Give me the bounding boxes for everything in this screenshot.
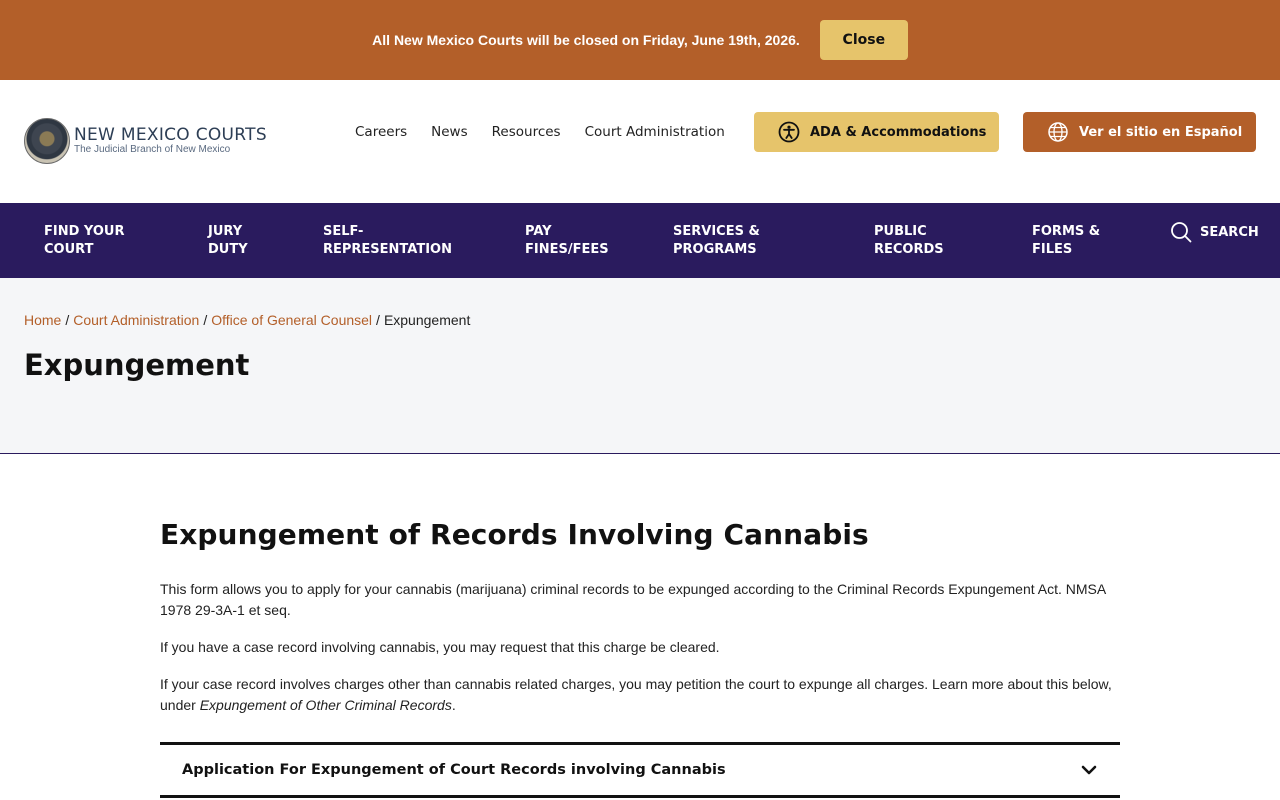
site-header: NEW MEXICO COURTS The Judicial Branch of…	[0, 80, 1280, 203]
closure-alert-banner: All New Mexico Courts will be closed on …	[0, 0, 1280, 80]
other-charges-paragraph: If your case record involves charges oth…	[160, 674, 1120, 716]
nav-pay-fines-fees[interactable]: PAY FINES/FEES	[525, 223, 609, 259]
search-label: SEARCH	[1200, 224, 1259, 240]
chevron-down-icon	[1081, 765, 1097, 775]
spanish-label: Ver el sitio en Español	[1079, 124, 1243, 140]
intro-paragraph: This form allows you to apply for your c…	[160, 581, 1106, 618]
search-button[interactable]: SEARCH	[1170, 221, 1259, 243]
globe-icon	[1048, 122, 1068, 142]
nav-public-records[interactable]: PUBLIC RECORDS	[874, 223, 944, 259]
close-alert-button[interactable]: Close	[819, 20, 908, 60]
main-nav: FIND YOUR COURT JURY DUTY SELF- REPRESEN…	[0, 203, 1280, 278]
utility-nav: Careers News Resources Court Administrat…	[355, 124, 749, 140]
ada-label: ADA & Accommodations	[810, 124, 987, 140]
breadcrumb-separator: /	[376, 312, 380, 328]
alert-message: All New Mexico Courts will be closed on …	[372, 32, 800, 48]
nav-self-representation[interactable]: SELF- REPRESENTATION	[323, 223, 452, 259]
cannabis-paragraph: If you have a case record involving cann…	[160, 639, 720, 655]
news-link[interactable]: News	[431, 124, 467, 140]
other-records-reference: Expungement of Other Criminal Records	[199, 697, 452, 713]
court-administration-link[interactable]: Court Administration	[585, 124, 725, 140]
nav-services-programs[interactable]: SERVICES & PROGRAMS	[673, 223, 760, 259]
page-title: Expungement	[24, 348, 250, 382]
court-seal-icon	[24, 118, 70, 164]
accordion-label: Application For Expungement of Court Rec…	[182, 762, 726, 778]
spanish-site-button[interactable]: Ver el sitio en Español	[1023, 112, 1256, 152]
section-heading: Expungement of Records Involving Cannabi…	[160, 518, 869, 551]
site-logo[interactable]: NEW MEXICO COURTS The Judicial Branch of…	[24, 118, 267, 164]
nav-forms-files[interactable]: FORMS & FILES	[1032, 223, 1100, 259]
ada-accommodations-button[interactable]: ADA & Accommodations	[754, 112, 999, 152]
breadcrumb-home[interactable]: Home	[24, 312, 61, 328]
nav-jury-duty[interactable]: JURY DUTY	[208, 223, 248, 259]
logo-text: NEW MEXICO COURTS The Judicial Branch of…	[74, 126, 267, 156]
breadcrumb: Home / Court Administration / Office of Gene…	[24, 312, 470, 328]
search-icon	[1171, 222, 1192, 243]
nav-find-your-court[interactable]: FIND YOUR COURT	[44, 223, 124, 259]
main-content: Expungement of Records Involving Cannabi…	[160, 518, 1120, 732]
page-header: Home / Court Administration / Office of Gene…	[0, 278, 1280, 454]
breadcrumb-court-administration[interactable]: Court Administration	[73, 312, 199, 328]
logo-title: NEW MEXICO COURTS	[74, 125, 267, 145]
resources-link[interactable]: Resources	[492, 124, 561, 140]
accessibility-icon	[778, 121, 800, 143]
other-charges-end: .	[451, 697, 456, 713]
cannabis-application-accordion[interactable]: Application For Expungement of Court Rec…	[160, 742, 1120, 798]
breadcrumb-office-of-general-counsel[interactable]: Office of General Counsel	[211, 312, 372, 328]
breadcrumb-current: Expungement	[383, 312, 471, 328]
breadcrumb-separator: /	[203, 312, 208, 328]
logo-subtitle: The Judicial Branch of New Mexico	[74, 144, 231, 155]
breadcrumb-separator: /	[65, 312, 70, 328]
careers-link[interactable]: Careers	[355, 124, 407, 140]
